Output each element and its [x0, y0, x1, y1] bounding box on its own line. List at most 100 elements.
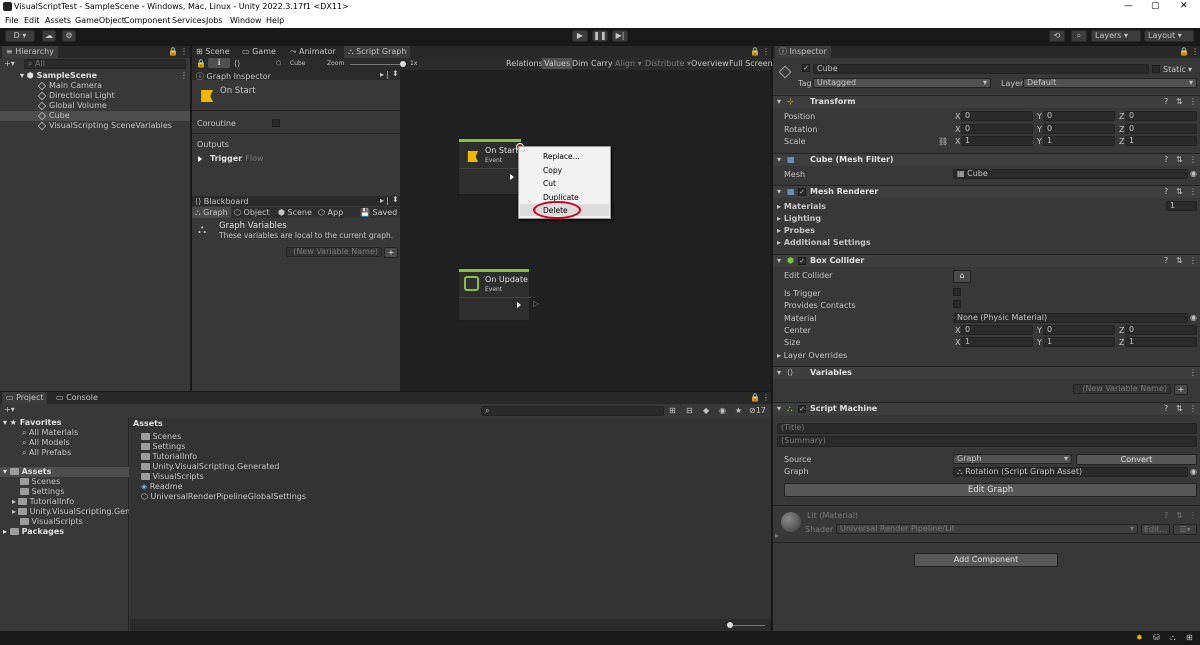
file-vs-generated[interactable]: Unity.VisualScripting.Generated: [141, 462, 279, 472]
foldout-icon[interactable]: ▸: [775, 531, 779, 540]
lock-icon[interactable]: 🔒: [1179, 47, 1189, 56]
align-dropdown[interactable]: Align ▾: [615, 59, 642, 68]
preset-icon[interactable]: ⇅: [1176, 155, 1183, 164]
component-more-icon[interactable]: ⋮: [1189, 368, 1197, 377]
component-more-icon[interactable]: ⋮: [1189, 256, 1197, 265]
file-readme[interactable]: ◈ Readme: [141, 482, 183, 492]
edit-collider-button[interactable]: ⌂: [953, 270, 971, 283]
transform-header[interactable]: ▾ ⊹ Transform ? ⇅ ⋮: [773, 95, 1200, 108]
menu-gameobject[interactable]: GameObject: [75, 16, 125, 25]
menu-assets[interactable]: Assets: [45, 16, 71, 25]
more-icon[interactable]: ⋮: [1191, 47, 1199, 56]
static-dropdown-icon[interactable]: ▾: [1188, 65, 1192, 74]
hierarchy-item-cube[interactable]: Cube: [0, 111, 190, 121]
tree-folder-visualscripts[interactable]: VisualScripts: [20, 517, 83, 527]
tag-dropdown[interactable]: Untagged ▾: [813, 78, 991, 88]
resize-icon[interactable]: ⬍: [392, 69, 399, 78]
tab-game[interactable]: ▭ Game: [242, 46, 276, 58]
overview-button[interactable]: Overview: [691, 59, 729, 68]
tab-animator[interactable]: ⤳ Animator: [290, 46, 336, 58]
history-icon[interactable]: ⟲: [1049, 30, 1065, 42]
component-more-icon[interactable]: ⋮: [1189, 155, 1197, 164]
graph-icon[interactable]: ⛬: [1170, 633, 1176, 643]
hierarchy-item-main-camera[interactable]: Main Camera: [37, 81, 102, 91]
scale-z-field[interactable]: 1: [1125, 136, 1197, 146]
packages-folder[interactable]: ▸ Packages: [3, 527, 64, 537]
preset-icon[interactable]: ⇅: [1176, 97, 1183, 106]
edit-graph-button[interactable]: Edit Graph: [784, 483, 1197, 497]
tree-folder-vs-generated[interactable]: ▸ Unity.VisualScripting.Genera: [12, 507, 129, 517]
hierarchy-item-directional-light[interactable]: Directional Light: [37, 91, 115, 101]
values-button[interactable]: Values: [542, 58, 573, 69]
add-variable-button[interactable]: +: [384, 247, 398, 258]
carry-button[interactable]: Carry: [591, 59, 613, 68]
object-picker-icon[interactable]: ◉: [1190, 467, 1197, 476]
tab-console[interactable]: ▭ Console: [56, 392, 98, 404]
hierarchy-item-vs-scene-variables[interactable]: VisualScripting SceneVariables: [37, 121, 172, 131]
more-icon[interactable]: ⋮: [762, 47, 770, 56]
menu-item-copy[interactable]: Copy: [543, 166, 562, 175]
hierarchy-search-input[interactable]: ⌕ All: [24, 59, 186, 69]
maximize-button[interactable]: ▢: [1151, 1, 1160, 11]
scale-x-field[interactable]: 1: [961, 136, 1033, 146]
project-breadcrumb[interactable]: Assets: [133, 419, 163, 429]
create-asset-button[interactable]: +▾: [4, 405, 15, 414]
zoom-slider-handle[interactable]: [400, 61, 406, 67]
component-enabled-checkbox[interactable]: ✓: [798, 405, 806, 413]
search-by-label-icon[interactable]: ⊟: [686, 406, 693, 415]
object-picker-icon[interactable]: ◉: [1190, 313, 1197, 322]
mesh-renderer-header[interactable]: ▾ ▦ ✓ Mesh Renderer ? ⇅ ⋮: [773, 185, 1200, 198]
probes-foldout[interactable]: ▸ Probes: [777, 226, 815, 235]
additional-settings-foldout[interactable]: ▸ Additional Settings: [777, 238, 871, 247]
project-search-input[interactable]: ⌕: [481, 406, 664, 416]
menu-edit[interactable]: Edit: [24, 16, 40, 25]
scene-root[interactable]: ▾ ⬢ SampleScene: [20, 71, 97, 81]
size-z-field[interactable]: 1: [1125, 337, 1197, 347]
graph-breadcrumb[interactable]: Cube: [290, 60, 306, 67]
coroutine-checkbox[interactable]: [272, 119, 280, 127]
title-input[interactable]: (Title): [777, 423, 1197, 434]
tab-project[interactable]: ▭ Project: [2, 392, 48, 404]
collider-material-field[interactable]: None (Physic Material): [953, 313, 1188, 323]
layer-dropdown[interactable]: Default ▾: [1023, 78, 1197, 88]
object-name-input[interactable]: Cube: [813, 64, 1149, 74]
search-by-type-icon[interactable]: ⊞: [669, 406, 676, 415]
network-icon[interactable]: ⊞: [1186, 633, 1193, 642]
step-button[interactable]: ▶|: [612, 30, 628, 42]
favorite-all-models[interactable]: ⌕ All Models: [22, 438, 70, 448]
assets-folder[interactable]: ▾ Assets: [0, 467, 129, 477]
rotation-x-field[interactable]: 0: [961, 124, 1033, 134]
dock-icon[interactable]: ▸❘: [380, 196, 391, 205]
position-y-field[interactable]: 0: [1043, 111, 1115, 121]
favorites-foldout[interactable]: ▾ ★ Favorites: [3, 418, 62, 428]
account-dropdown[interactable]: D ▾: [5, 30, 35, 42]
materials-foldout[interactable]: ▸ Materials: [777, 202, 826, 211]
flow-output-port-icon[interactable]: [517, 302, 521, 308]
lock-icon[interactable]: 🔒: [750, 393, 760, 402]
node-on-start[interactable]: On Start Event: [458, 138, 523, 195]
layers-dropdown[interactable]: Layers ▾: [1091, 30, 1141, 42]
lock-icon[interactable]: 🔒: [168, 47, 178, 56]
provides-contacts-checkbox[interactable]: [953, 300, 961, 308]
flow-connector-icon[interactable]: ▷: [533, 299, 539, 308]
source-dropdown[interactable]: Graph ▾: [953, 454, 1072, 464]
new-variable-input[interactable]: (New Variable Name): [1073, 384, 1171, 394]
static-checkbox[interactable]: [1152, 65, 1160, 73]
graph-breadcrumb-icon[interactable]: ⟨⟩: [234, 59, 240, 68]
tab-app[interactable]: ⬡ App: [318, 207, 343, 218]
icon-size-slider-handle[interactable]: [727, 622, 733, 628]
graph-asset-field[interactable]: ⛬ Rotation (Script Graph Asset): [953, 467, 1188, 477]
tab-saved[interactable]: 💾 Saved: [360, 207, 397, 218]
lock-icon[interactable]: 🔒: [750, 47, 760, 56]
add-object-button[interactable]: +▾: [4, 59, 15, 68]
tree-folder-scenes[interactable]: Scenes: [20, 477, 60, 487]
preset-icon[interactable]: ⇅: [1176, 256, 1183, 265]
more-icon[interactable]: ⋮: [762, 393, 770, 402]
active-checkbox[interactable]: ✓: [802, 64, 810, 72]
script-machine-header[interactable]: ▾ ⛬ ✓ Script Machine ? ⇅ ⋮: [773, 402, 1200, 415]
info-icon[interactable]: ℹ: [208, 58, 230, 68]
rotation-y-field[interactable]: 0: [1043, 124, 1115, 134]
hierarchy-item-global-volume[interactable]: Global Volume: [37, 101, 107, 111]
full-screen-button[interactable]: Full Screen: [729, 59, 773, 68]
preset-icon[interactable]: ⇅: [1176, 404, 1183, 413]
